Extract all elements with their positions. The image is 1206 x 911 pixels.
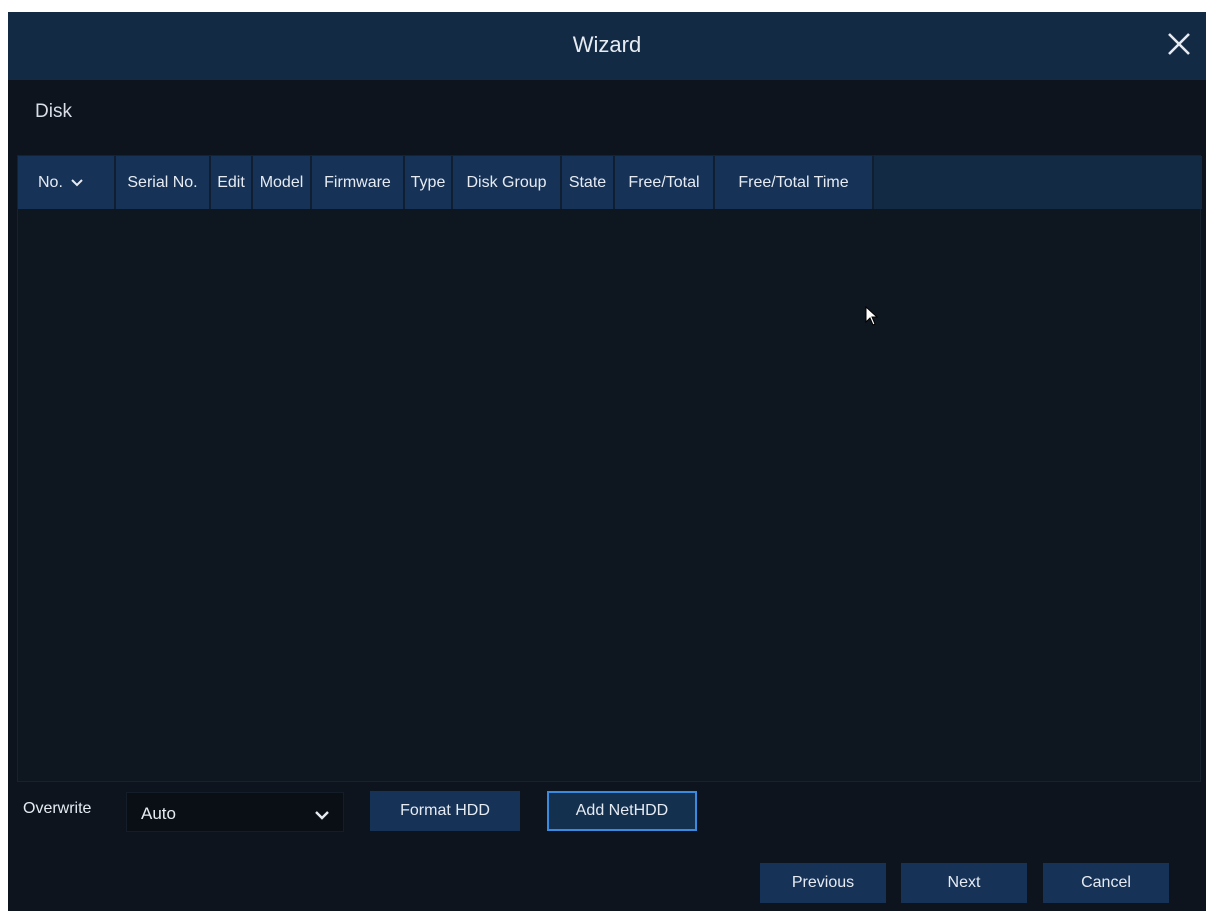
column-header-state[interactable]: State: [562, 156, 615, 209]
disk-table: No. Serial No. Edit Model Firmware Type …: [17, 155, 1202, 782]
next-button[interactable]: Next: [901, 863, 1027, 903]
section-title: Disk: [35, 101, 72, 122]
close-icon[interactable]: [1164, 29, 1194, 59]
column-header-type[interactable]: Type: [405, 156, 453, 209]
column-header-no[interactable]: No.: [18, 156, 116, 209]
column-header-free-total-time[interactable]: Free/Total Time: [715, 156, 874, 209]
title-bar: Wizard: [8, 12, 1206, 80]
column-header-firmware[interactable]: Firmware: [312, 156, 405, 209]
column-header-filler: [874, 156, 1202, 209]
chevron-down-icon: [315, 807, 329, 825]
disk-controls: Overwrite Auto Format HDD Add NetHDD Pre…: [8, 782, 1206, 903]
format-hdd-button[interactable]: Format HDD: [370, 791, 520, 831]
column-label-no: No.: [38, 173, 63, 191]
column-header-free-total[interactable]: Free/Total: [615, 156, 715, 209]
wizard-window: Wizard Disk No. Serial No. Edit Model Fi…: [8, 12, 1206, 911]
window-title: Wizard: [572, 32, 642, 57]
chevron-down-icon: [71, 174, 83, 192]
cancel-button[interactable]: Cancel: [1043, 863, 1169, 903]
column-header-model[interactable]: Model: [253, 156, 312, 209]
table-header: No. Serial No. Edit Model Firmware Type …: [18, 156, 1202, 209]
column-header-edit[interactable]: Edit: [211, 156, 253, 209]
add-nethdd-button[interactable]: Add NetHDD: [547, 791, 697, 831]
previous-button[interactable]: Previous: [760, 863, 886, 903]
mouse-pointer-icon: [865, 305, 879, 331]
overwrite-select[interactable]: Auto: [126, 792, 344, 832]
column-header-disk-group[interactable]: Disk Group: [453, 156, 562, 209]
column-header-serial[interactable]: Serial No.: [116, 156, 211, 209]
overwrite-label: Overwrite: [23, 800, 92, 817]
overwrite-value: Auto: [141, 804, 176, 823]
